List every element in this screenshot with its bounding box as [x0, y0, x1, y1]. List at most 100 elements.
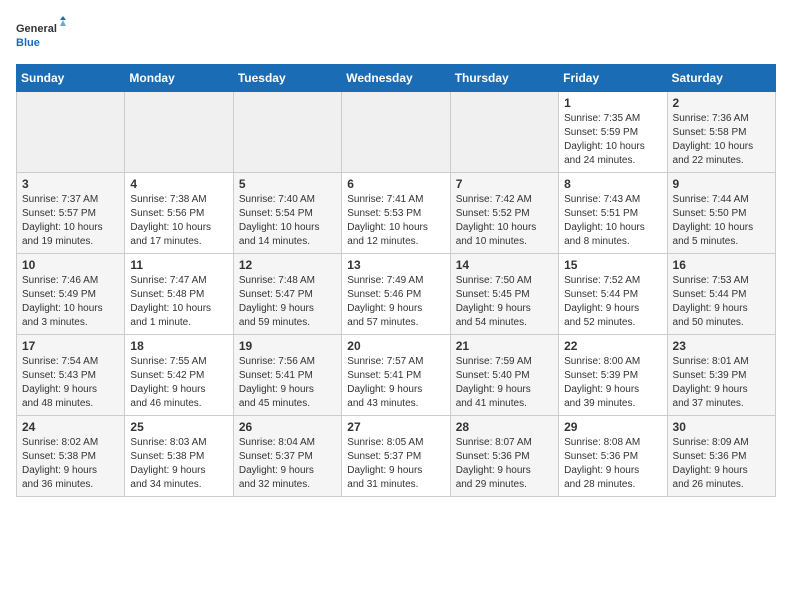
calendar-cell: 25Sunrise: 8:03 AM Sunset: 5:38 PM Dayli… — [125, 416, 233, 497]
calendar-cell: 4Sunrise: 7:38 AM Sunset: 5:56 PM Daylig… — [125, 173, 233, 254]
day-number: 13 — [347, 258, 444, 272]
day-number: 30 — [673, 420, 770, 434]
day-info: Sunrise: 7:42 AM Sunset: 5:52 PM Dayligh… — [456, 193, 553, 249]
day-info: Sunrise: 8:03 AM Sunset: 5:38 PM Dayligh… — [130, 436, 227, 492]
day-number: 19 — [239, 339, 336, 353]
day-number: 17 — [22, 339, 119, 353]
calendar-cell: 16 Sunrise: 7:53 AM Sunset: 5:44 PM Dayli… — [667, 254, 775, 335]
day-info: Sunrise: 7:53 AM Sunset: 5:44 PM Dayligh… — [673, 274, 770, 330]
day-number: 14 — [456, 258, 553, 272]
day-number: 9 — [673, 177, 770, 191]
day-info: Sunrise: 7:57 AM Sunset: 5:41 PM Dayligh… — [347, 355, 444, 411]
weekday-header: Wednesday — [342, 65, 450, 92]
day-info: Sunrise: 7:50 AM Sunset: 5:45 PM Dayligh… — [456, 274, 553, 330]
calendar-cell: 23Sunrise: 8:01 AM Sunset: 5:39 PM Dayli… — [667, 335, 775, 416]
day-number: 22 — [564, 339, 661, 353]
day-number: 10 — [22, 258, 119, 272]
day-info: Sunrise: 7:38 AM Sunset: 5:56 PM Dayligh… — [130, 193, 227, 249]
calendar-cell: 17 Sunrise: 7:54 AM Sunset: 5:43 PM Dayli… — [17, 335, 125, 416]
day-number: 20 — [347, 339, 444, 353]
calendar-cell: 27Sunrise: 8:05 AM Sunset: 5:37 PM Dayli… — [342, 416, 450, 497]
day-number: 24 — [22, 420, 119, 434]
day-number: 6 — [347, 177, 444, 191]
svg-text:Blue: Blue — [16, 37, 40, 49]
weekday-header: Thursday — [450, 65, 558, 92]
calendar-cell: 9 Sunrise: 7:44 AM Sunset: 5:50 PM Daylig… — [667, 173, 775, 254]
day-number: 15 — [564, 258, 661, 272]
calendar-cell — [17, 92, 125, 173]
day-info: Sunrise: 7:35 AM Sunset: 5:59 PM Dayligh… — [564, 112, 661, 168]
calendar-cell: 7 Sunrise: 7:42 AM Sunset: 5:52 PM Daylig… — [450, 173, 558, 254]
calendar-cell: 2 Sunrise: 7:36 AM Sunset: 5:58 PM Daylig… — [667, 92, 775, 173]
day-info: Sunrise: 8:05 AM Sunset: 5:37 PM Dayligh… — [347, 436, 444, 492]
day-info: Sunrise: 7:55 AM Sunset: 5:42 PM Dayligh… — [130, 355, 227, 411]
logo: General Blue — [16, 16, 66, 56]
day-info: Sunrise: 7:36 AM Sunset: 5:58 PM Dayligh… — [673, 112, 770, 168]
calendar-cell: 3 Sunrise: 7:37 AM Sunset: 5:57 PM Daylig… — [17, 173, 125, 254]
calendar-cell: 11Sunrise: 7:47 AM Sunset: 5:48 PM Dayli… — [125, 254, 233, 335]
calendar-week-row: 1 Sunrise: 7:35 AM Sunset: 5:59 PM Daylig… — [17, 92, 776, 173]
calendar-cell: 28 Sunrise: 8:07 AM Sunset: 5:36 PM Dayli… — [450, 416, 558, 497]
day-info: Sunrise: 7:46 AM Sunset: 5:49 PM Dayligh… — [22, 274, 119, 330]
day-info: Sunrise: 8:04 AM Sunset: 5:37 PM Dayligh… — [239, 436, 336, 492]
calendar-cell: 30 Sunrise: 8:09 AM Sunset: 5:36 PM Dayli… — [667, 416, 775, 497]
day-info: Sunrise: 7:47 AM Sunset: 5:48 PM Dayligh… — [130, 274, 227, 330]
calendar-cell: 8 Sunrise: 7:43 AM Sunset: 5:51 PM Daylig… — [559, 173, 667, 254]
day-info: Sunrise: 8:08 AM Sunset: 5:36 PM Dayligh… — [564, 436, 661, 492]
calendar-week-row: 17 Sunrise: 7:54 AM Sunset: 5:43 PM Dayli… — [17, 335, 776, 416]
logo-svg: General Blue — [16, 16, 66, 56]
page-header: General Blue — [16, 16, 776, 56]
day-info: Sunrise: 7:44 AM Sunset: 5:50 PM Dayligh… — [673, 193, 770, 249]
day-number: 28 — [456, 420, 553, 434]
weekday-header: Saturday — [667, 65, 775, 92]
weekday-header: Friday — [559, 65, 667, 92]
calendar-cell — [233, 92, 341, 173]
calendar-cell: 10 Sunrise: 7:46 AM Sunset: 5:49 PM Dayli… — [17, 254, 125, 335]
calendar-cell: 15Sunrise: 7:52 AM Sunset: 5:44 PM Dayli… — [559, 254, 667, 335]
day-info: Sunrise: 8:01 AM Sunset: 5:39 PM Dayligh… — [673, 355, 770, 411]
calendar-cell: 5Sunrise: 7:40 AM Sunset: 5:54 PM Daylig… — [233, 173, 341, 254]
calendar-cell — [342, 92, 450, 173]
day-info: Sunrise: 7:37 AM Sunset: 5:57 PM Dayligh… — [22, 193, 119, 249]
day-number: 8 — [564, 177, 661, 191]
weekday-header: Sunday — [17, 65, 125, 92]
day-number: 29 — [564, 420, 661, 434]
calendar-cell: 12 Sunrise: 7:48 AM Sunset: 5:47 PM Dayli… — [233, 254, 341, 335]
day-number: 21 — [456, 339, 553, 353]
calendar-cell: 18 Sunrise: 7:55 AM Sunset: 5:42 PM Dayli… — [125, 335, 233, 416]
day-info: Sunrise: 7:59 AM Sunset: 5:40 PM Dayligh… — [456, 355, 553, 411]
calendar-cell: 19Sunrise: 7:56 AM Sunset: 5:41 PM Dayli… — [233, 335, 341, 416]
day-number: 1 — [564, 96, 661, 110]
weekday-header: Tuesday — [233, 65, 341, 92]
day-info: Sunrise: 7:48 AM Sunset: 5:47 PM Dayligh… — [239, 274, 336, 330]
day-info: Sunrise: 7:41 AM Sunset: 5:53 PM Dayligh… — [347, 193, 444, 249]
day-number: 3 — [22, 177, 119, 191]
calendar-week-row: 10 Sunrise: 7:46 AM Sunset: 5:49 PM Dayli… — [17, 254, 776, 335]
calendar-cell: 14 Sunrise: 7:50 AM Sunset: 5:45 PM Dayli… — [450, 254, 558, 335]
calendar-week-row: 3 Sunrise: 7:37 AM Sunset: 5:57 PM Daylig… — [17, 173, 776, 254]
calendar-cell — [125, 92, 233, 173]
day-info: Sunrise: 8:00 AM Sunset: 5:39 PM Dayligh… — [564, 355, 661, 411]
day-number: 18 — [130, 339, 227, 353]
calendar-cell: 29 Sunrise: 8:08 AM Sunset: 5:36 PM Dayli… — [559, 416, 667, 497]
day-info: Sunrise: 7:43 AM Sunset: 5:51 PM Dayligh… — [564, 193, 661, 249]
day-info: Sunrise: 8:07 AM Sunset: 5:36 PM Dayligh… — [456, 436, 553, 492]
calendar-cell: 24 Sunrise: 8:02 AM Sunset: 5:38 PM Dayli… — [17, 416, 125, 497]
day-number: 7 — [456, 177, 553, 191]
day-info: Sunrise: 7:54 AM Sunset: 5:43 PM Dayligh… — [22, 355, 119, 411]
header-row: SundayMondayTuesdayWednesdayThursdayFrid… — [17, 65, 776, 92]
calendar-cell: 1 Sunrise: 7:35 AM Sunset: 5:59 PM Daylig… — [559, 92, 667, 173]
day-info: Sunrise: 7:40 AM Sunset: 5:54 PM Dayligh… — [239, 193, 336, 249]
day-number: 2 — [673, 96, 770, 110]
day-number: 12 — [239, 258, 336, 272]
calendar-cell — [450, 92, 558, 173]
calendar-cell: 6 Sunrise: 7:41 AM Sunset: 5:53 PM Daylig… — [342, 173, 450, 254]
day-info: Sunrise: 8:02 AM Sunset: 5:38 PM Dayligh… — [22, 436, 119, 492]
calendar-cell: 22 Sunrise: 8:00 AM Sunset: 5:39 PM Dayli… — [559, 335, 667, 416]
calendar-cell: 21 Sunrise: 7:59 AM Sunset: 5:40 PM Dayli… — [450, 335, 558, 416]
calendar-week-row: 24 Sunrise: 8:02 AM Sunset: 5:38 PM Dayli… — [17, 416, 776, 497]
svg-text:General: General — [16, 23, 57, 35]
day-number: 16 — [673, 258, 770, 272]
calendar-cell: 26Sunrise: 8:04 AM Sunset: 5:37 PM Dayli… — [233, 416, 341, 497]
day-info: Sunrise: 8:09 AM Sunset: 5:36 PM Dayligh… — [673, 436, 770, 492]
